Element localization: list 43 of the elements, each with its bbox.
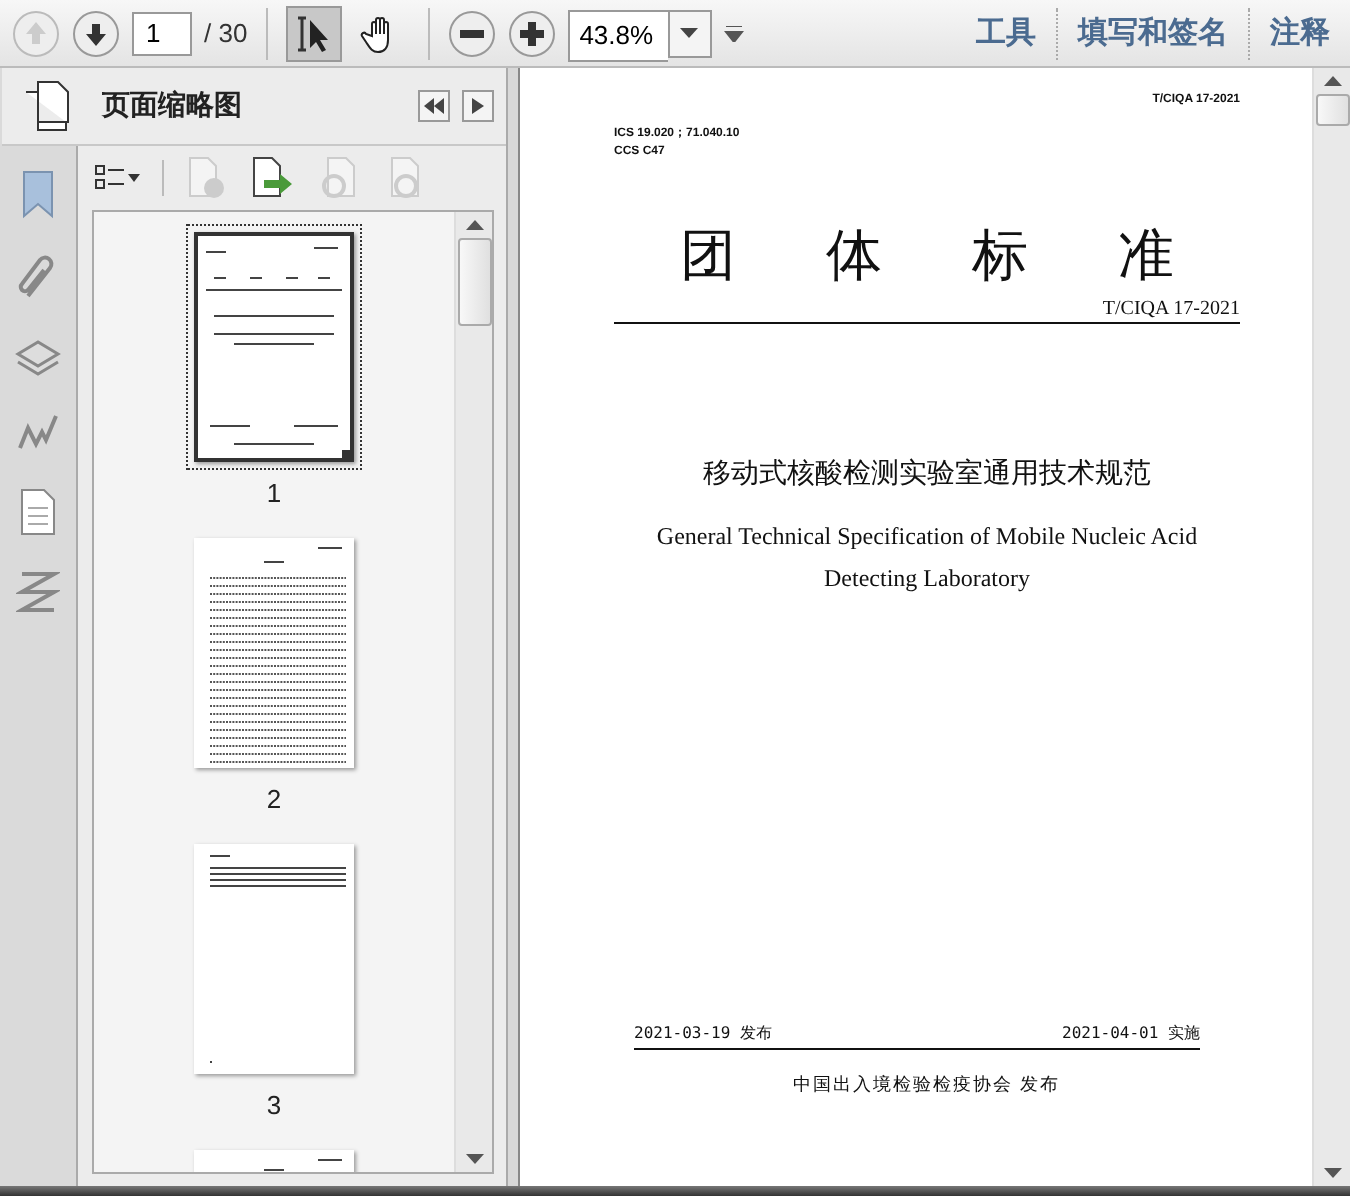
menu-link[interactable]: 工具 xyxy=(956,14,1056,52)
options-button[interactable] xyxy=(462,90,494,122)
page-number: 2 xyxy=(266,784,282,816)
standard-code: T/CIQA 17-2021 xyxy=(1100,298,1240,320)
dropdown-button[interactable] xyxy=(667,9,712,57)
scrollbar-thumb[interactable] xyxy=(457,238,491,326)
document-icon[interactable] xyxy=(18,488,58,536)
compare-icon[interactable] xyxy=(16,568,60,616)
zoom-out-icon[interactable] xyxy=(447,9,496,57)
list-options-icon[interactable] xyxy=(94,164,142,192)
page-number-field[interactable]: 1 xyxy=(132,11,192,55)
layers-icon[interactable] xyxy=(14,336,62,380)
menu-link[interactable]: 填写和签名 xyxy=(1058,14,1248,52)
publisher: 中国出入境检验检疫协会 发布 xyxy=(791,1072,1063,1098)
page-number: 1 xyxy=(266,478,282,510)
menu-link[interactable]: 注释 xyxy=(1250,14,1350,52)
arrow-down-icon[interactable] xyxy=(72,9,120,57)
issue-date: 2021-03-19 发布 xyxy=(634,1022,772,1044)
collapse-button[interactable] xyxy=(418,90,450,122)
scroll-up-icon[interactable] xyxy=(465,220,483,230)
scroll-down-icon[interactable] xyxy=(1323,1168,1341,1178)
arrow-right-icon xyxy=(472,98,484,114)
pages-icon xyxy=(22,80,70,132)
scrollbar-thumb[interactable] xyxy=(1315,94,1349,126)
double-arrow-left-icon xyxy=(424,98,444,114)
zoom-field[interactable]: 43.8% xyxy=(567,9,668,61)
document-subtitle: General Technical Specification of Mobile Nucleic Acid Detecting Laboratory xyxy=(654,520,1200,596)
scrollbar[interactable] xyxy=(1312,68,1350,1186)
select-tool-button[interactable] xyxy=(285,5,342,61)
document-heading: 团 体 标 准 xyxy=(678,222,1176,290)
scroll-up-icon[interactable] xyxy=(1323,76,1341,86)
scroll-down-icon[interactable] xyxy=(465,1154,483,1164)
caret-icon[interactable] xyxy=(723,25,744,41)
document-title: 移动式核酸检测实验室通用技术规范 xyxy=(701,456,1153,492)
panel-title: 页面缩略图 xyxy=(102,88,244,124)
caret-icon xyxy=(680,28,699,38)
insert-page-icon[interactable] xyxy=(248,156,296,200)
page-number: 3 xyxy=(266,1090,282,1122)
zoom-in-icon[interactable] xyxy=(507,9,556,57)
implementation-date: 2021-04-01 实施 xyxy=(1062,1022,1200,1044)
scrollbar[interactable] xyxy=(454,212,492,1172)
page-thumbnail[interactable] xyxy=(186,224,362,470)
page-count: / 30 xyxy=(204,18,248,48)
